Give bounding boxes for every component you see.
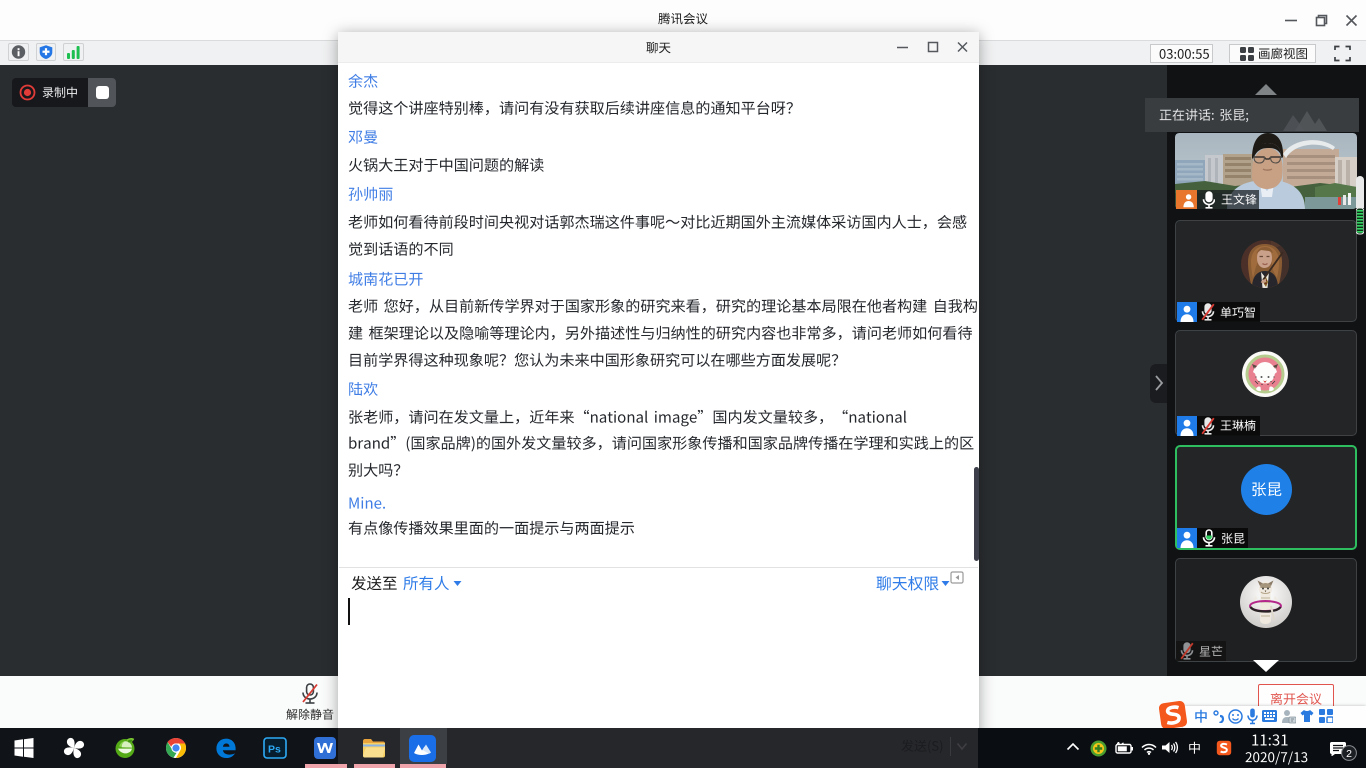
- svg-text:Ps: Ps: [268, 744, 281, 756]
- svg-text:2: 2: [1346, 748, 1352, 760]
